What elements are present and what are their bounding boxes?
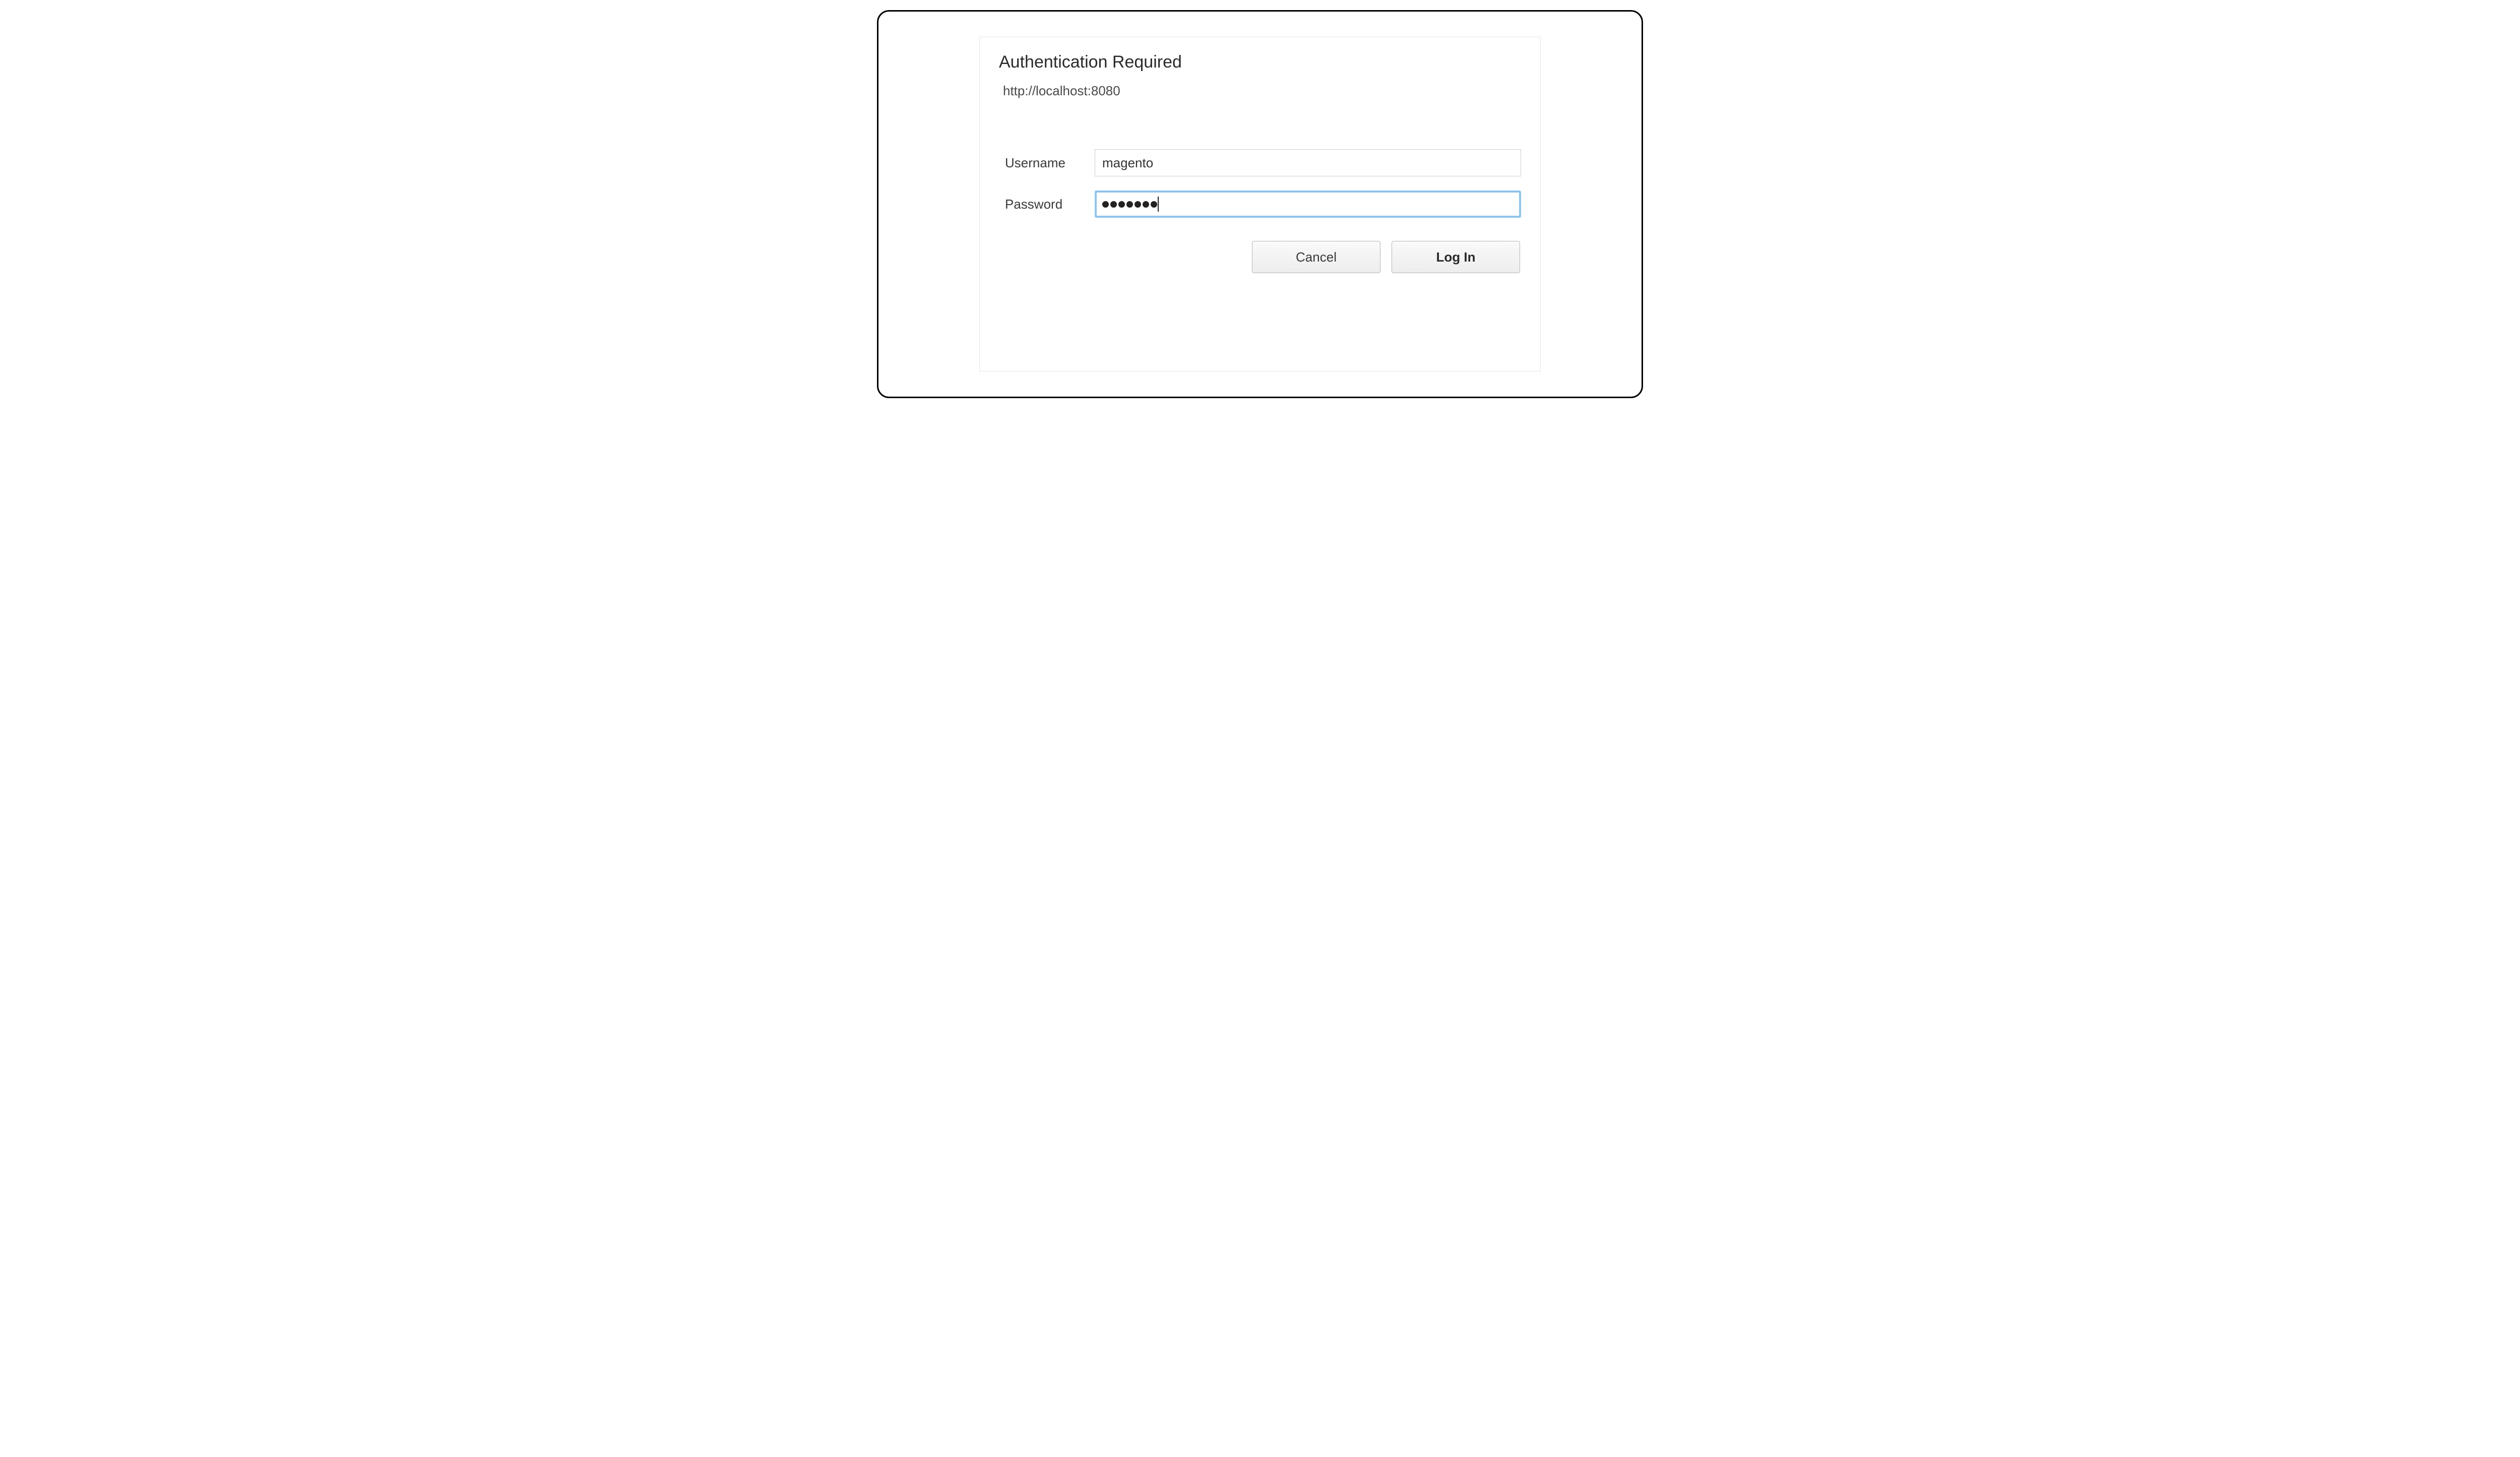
cancel-button[interactable]: Cancel xyxy=(1252,241,1380,273)
password-dot-icon xyxy=(1110,201,1117,208)
username-input[interactable] xyxy=(1095,149,1521,176)
password-dot-icon xyxy=(1151,201,1157,208)
dialog-frame: Authentication Required http://localhost… xyxy=(877,10,1643,398)
password-row: Password xyxy=(999,191,1521,218)
dialog-title: Authentication Required xyxy=(999,52,1521,72)
password-label: Password xyxy=(999,197,1095,212)
dialog-url: http://localhost:8080 xyxy=(1003,83,1521,99)
login-button[interactable]: Log In xyxy=(1392,241,1520,273)
username-row: Username xyxy=(999,149,1521,176)
password-dot-icon xyxy=(1102,201,1109,208)
password-dot-icon xyxy=(1126,201,1133,208)
button-row: Cancel Log In xyxy=(999,241,1521,273)
auth-dialog: Authentication Required http://localhost… xyxy=(979,37,1541,371)
password-dots xyxy=(1102,201,1157,208)
username-label: Username xyxy=(999,155,1095,171)
password-dot-icon xyxy=(1118,201,1125,208)
password-dot-icon xyxy=(1135,201,1141,208)
password-input[interactable] xyxy=(1095,191,1521,218)
password-dot-icon xyxy=(1143,201,1149,208)
text-cursor-icon xyxy=(1158,197,1159,212)
